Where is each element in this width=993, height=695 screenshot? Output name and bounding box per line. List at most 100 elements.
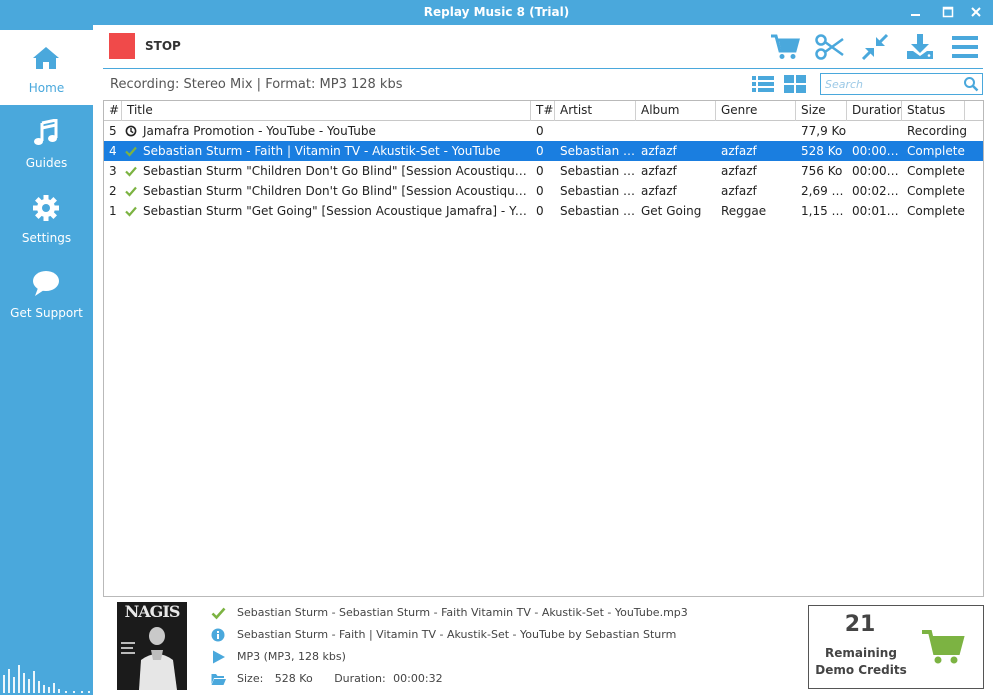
column-header-genre[interactable]: Genre [716,101,796,121]
cell-status: Complete [907,144,965,158]
cell-album: azfazf [641,184,677,198]
cell-artist: Sebastian S... [560,204,636,218]
download-icon[interactable] [905,33,935,61]
cell-track: 0 [536,184,544,198]
cell-duration: 00:02:55 [852,184,902,198]
column-header-duration[interactable]: Duration [847,101,902,121]
cell-genre: azfazf [721,184,757,198]
recording-info: Recording: Stereo Mix | Format: MP3 128 … [110,77,403,92]
cell-status: Complete [907,184,965,198]
toolbar: STOP [93,25,993,70]
cell-status: Complete [907,164,965,178]
table-row[interactable]: 4 Sebastian Sturm - Faith | Vitamin TV - … [104,141,983,161]
credits-label-line2: Demo Credits [815,663,907,677]
close-icon [971,7,981,17]
cell-duration: 00:00:47 [852,164,902,178]
sidebar-item-guides[interactable]: Guides [0,105,93,180]
column-header-track[interactable]: T# [531,101,555,121]
list-view-icon[interactable] [752,75,774,93]
cell-genre: azfazf [721,164,757,178]
cell-artist: Sebastian S... [560,184,636,198]
cell-genre: Reggae [721,204,767,218]
check-icon [125,206,137,217]
sidebar-item-label: Home [28,81,65,95]
cell-title: Sebastian Sturm "Get Going" [Session Aco… [143,204,531,218]
maximize-button[interactable] [938,2,958,22]
sidebar-item-label: Guides [25,156,68,170]
sidebar-item-label: Get Support [10,306,83,320]
column-header-title[interactable]: Title [122,101,531,121]
cell-album: Get Going [641,204,702,218]
cart-icon[interactable] [770,33,800,61]
cell-title: Sebastian Sturm - Faith | Vitamin TV - A… [143,144,501,158]
cell-duration [847,121,902,141]
compress-icon[interactable] [860,33,890,61]
cell-size: 1,15 Mo [801,204,847,218]
table-row[interactable]: 2 Sebastian Sturm "Children Don't Go Blin… [104,181,983,201]
cell-size: 2,69 Mo [801,184,847,198]
cell-status: Recording [907,124,968,138]
column-header-number[interactable]: # [104,101,122,121]
cell-artist: Sebastian S... [560,164,636,178]
album-art-image [121,627,177,690]
search-input[interactable] [825,76,960,92]
table-header: # Title T# Artist Album Genre Size Durat… [104,101,983,121]
cell-size: 756 Ko [801,164,843,178]
minimize-button[interactable] [906,2,926,22]
cell-track: 0 [536,144,544,158]
detail-duration-value: 00:00:32 [393,672,443,685]
cell-duration: 00:01:14 [852,204,902,218]
maximize-icon [942,6,954,18]
table-row[interactable]: 3 Sebastian Sturm "Children Don't Go Blin… [104,161,983,181]
check-icon [125,186,137,197]
cell-number: 2 [109,184,117,198]
home-icon [33,47,59,69]
folder-icon[interactable] [211,672,226,686]
cell-status: Complete [907,204,965,218]
sidebar-item-settings[interactable]: Settings [0,180,93,255]
search-icon[interactable] [963,76,979,92]
info-icon [211,628,225,642]
chat-bubble-icon [33,271,59,296]
demo-credits-panel[interactable]: 21 Remaining Demo Credits [808,605,984,689]
cell-title: Sebastian Sturm "Children Don't Go Blind… [143,184,531,198]
cell-size: 77,9 Ko [801,124,847,138]
scissors-icon[interactable] [815,33,845,61]
cell-artist [555,121,636,141]
sidebar-item-label: Settings [21,231,72,245]
window-title: Replay Music 8 (Trial) [423,5,570,19]
cell-number: 4 [109,144,117,158]
play-icon[interactable] [211,650,226,664]
stop-button[interactable] [109,33,135,59]
track-list: # Title T# Artist Album Genre Size Durat… [103,100,984,597]
table-row[interactable]: 5 Jamafra Promotion - YouTube - YouTube 0 7… [104,121,983,141]
clock-icon [125,125,137,137]
cell-track: 0 [536,124,544,138]
stop-label[interactable]: STOP [145,39,181,53]
cell-album [636,121,716,141]
cell-genre [716,121,796,141]
cell-title: Sebastian Sturm "Children Don't Go Blind… [143,164,531,178]
cell-track: 0 [536,204,544,218]
check-icon [125,166,137,177]
buy-cart-icon[interactable] [921,628,965,666]
column-header-size[interactable]: Size [796,101,847,121]
column-header-status[interactable]: Status [902,101,965,121]
detail-filename: Sebastian Sturm - Sebastian Sturm - Fait… [237,606,688,619]
sidebar-item-home[interactable]: Home [0,30,93,105]
cell-album: azfazf [641,144,677,158]
grid-view-icon[interactable] [784,75,806,93]
menu-icon[interactable] [950,33,980,61]
cell-number: 3 [109,164,117,178]
column-header-album[interactable]: Album [636,101,716,121]
sidebar-item-get-support[interactable]: Get Support [0,255,93,330]
gear-icon [33,195,59,221]
cell-size: 528 Ko [801,144,843,158]
column-header-artist[interactable]: Artist [555,101,636,121]
close-button[interactable] [966,2,986,22]
cell-genre: azfazf [721,144,757,158]
table-row[interactable]: 1 Sebastian Sturm "Get Going" [Session Ac… [104,201,983,221]
album-art: NAGIS [117,602,187,690]
credits-label-line1: Remaining [825,646,897,660]
detail-size-label: Size: [237,672,264,685]
